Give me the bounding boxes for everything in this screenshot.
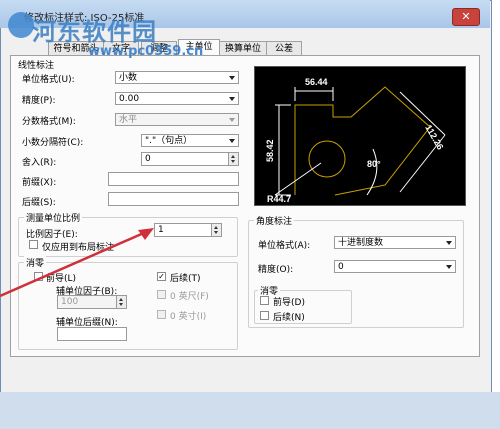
background-strip bbox=[0, 392, 500, 429]
annotation-arrow-line bbox=[0, 230, 147, 298]
annotation-arrow-overlay bbox=[0, 228, 154, 298]
